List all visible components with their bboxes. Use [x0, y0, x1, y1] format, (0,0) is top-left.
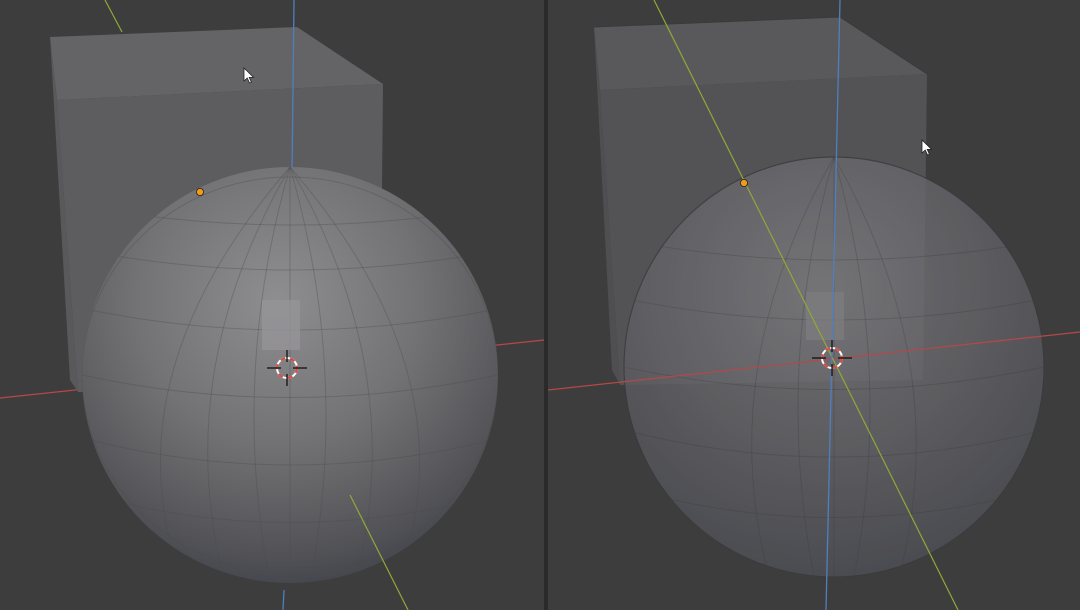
viewport-xray[interactable] [548, 0, 1080, 610]
object-origin-icon [195, 187, 204, 196]
viewport-solid[interactable] [0, 0, 544, 610]
sphere-mesh [82, 167, 498, 583]
object-origin-icon [739, 178, 748, 187]
y-axis-line [104, 0, 123, 33]
z-axis-line-bottom [282, 589, 285, 610]
viewport-xray-canvas [548, 0, 1080, 610]
viewport-solid-canvas [0, 0, 544, 610]
